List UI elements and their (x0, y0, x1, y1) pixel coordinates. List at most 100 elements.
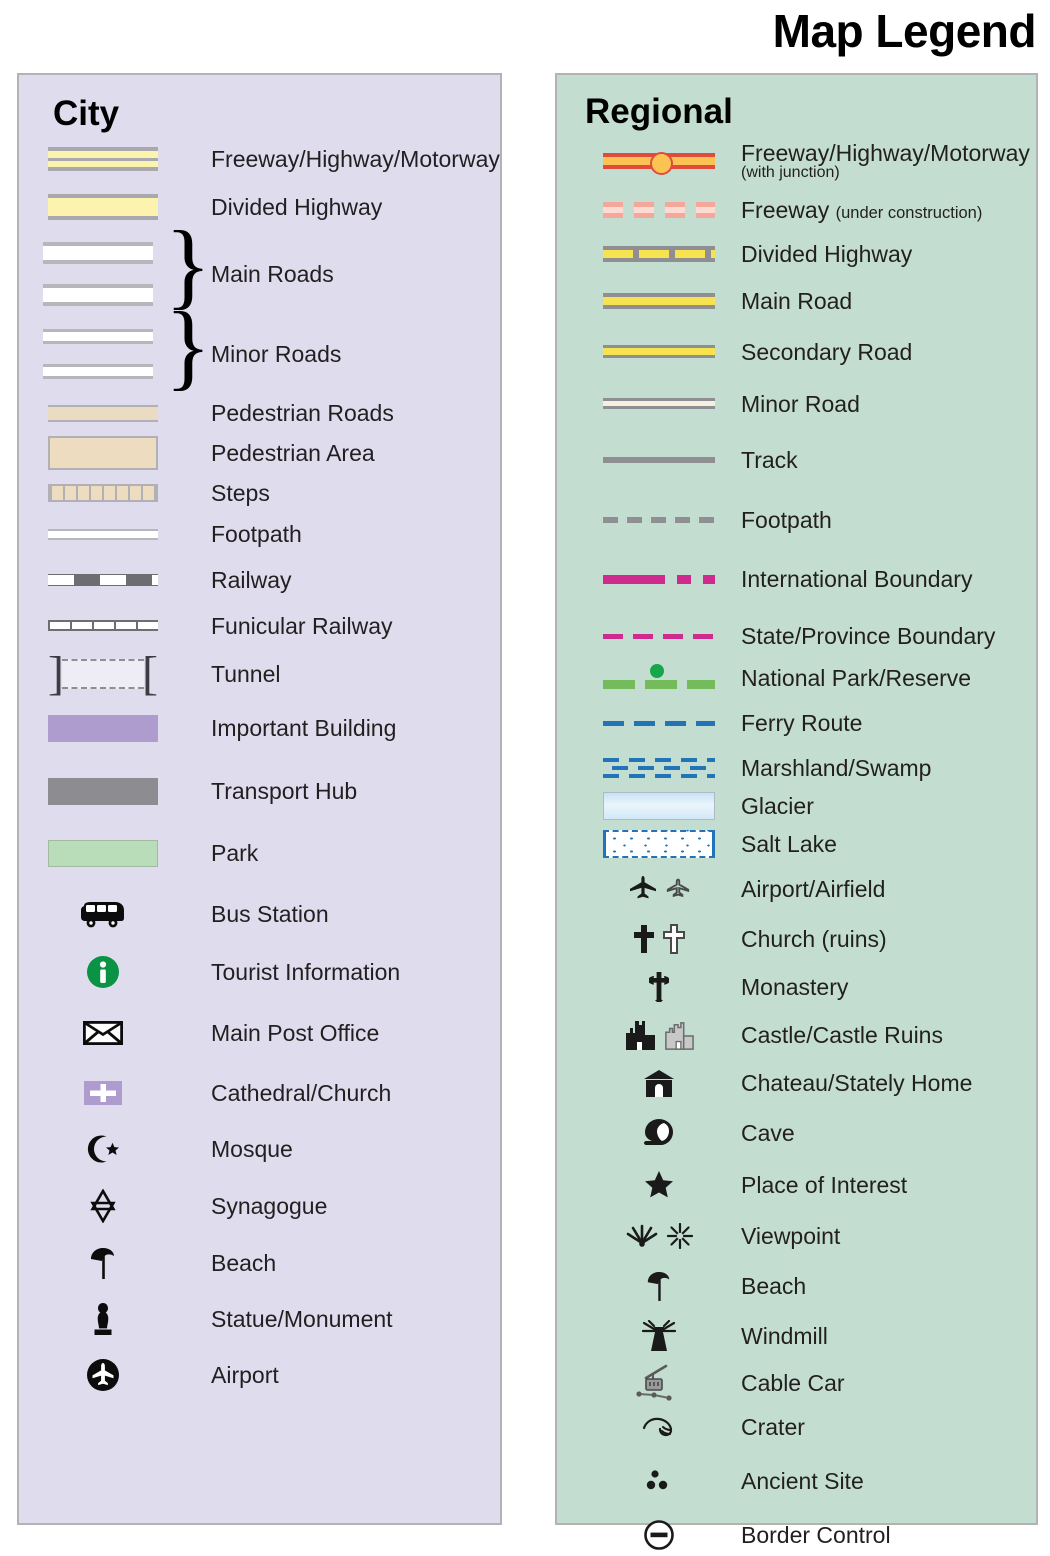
legend-row[interactable]: Freeway (under construction) (557, 198, 1036, 222)
parasol-icon (647, 1271, 670, 1301)
legend-label: National Park/Reserve (741, 665, 972, 692)
legend-row[interactable]: Secondary Road (557, 339, 1036, 364)
chateau-icon (644, 1069, 674, 1097)
legend-row[interactable]: Bus Station (19, 894, 500, 934)
castle-pair-icon-symbol (599, 1014, 719, 1056)
legend-row[interactable]: State/Province Boundary (557, 624, 1036, 648)
legend-row[interactable]: Footpath (19, 522, 500, 547)
legend-row[interactable]: Railway (19, 567, 500, 592)
park-dot-icon (650, 664, 664, 679)
legend-row[interactable]: Airport/Airfield (557, 868, 1036, 910)
crescent-star-icon (43, 1129, 163, 1169)
airplane-pair-icon-symbol (599, 868, 719, 910)
legend-row[interactable]: Ferry Route (557, 711, 1036, 736)
legend-label: Divided Highway (741, 241, 913, 268)
legend-row[interactable]: Place of Interest (557, 1164, 1036, 1206)
legend-row[interactable]: Cathedral/Church (19, 1073, 500, 1113)
crater-icon-symbol (599, 1406, 719, 1448)
freeway-under-construction-symbol (599, 202, 719, 219)
legend-row[interactable]: } Main Roads (19, 217, 500, 313)
cave-icon (644, 1118, 673, 1145)
legend-row[interactable]: Pedestrian Roads (19, 401, 500, 425)
regional-legend-list: Freeway/Highway/Motorway (with junction)… (557, 141, 1036, 1556)
legend-row[interactable]: Footpath (557, 508, 1036, 532)
legend-row[interactable]: Beach (19, 1243, 500, 1283)
legend-label: Glacier (741, 792, 814, 819)
secondary-road-line-symbol (599, 345, 719, 359)
legend-row[interactable]: Pedestrian Area (19, 436, 500, 471)
legend-label: Viewpoint (741, 1222, 841, 1249)
legend-row[interactable]: Church (ruins) (557, 918, 1036, 960)
legend-row[interactable]: Freeway/Highway/Motorway (with junction) (557, 141, 1036, 182)
legend-row[interactable]: Statue/Monument (19, 1299, 500, 1339)
legend-row[interactable]: Cable Car (557, 1362, 1036, 1404)
legend-row[interactable]: Beach (557, 1265, 1036, 1307)
legend-row[interactable]: Steps (19, 481, 500, 505)
legend-label: Mosque (211, 1135, 293, 1162)
star-icon-symbol (599, 1164, 719, 1206)
legend-row[interactable]: ] [ Tunnel (19, 649, 500, 697)
legend-row[interactable]: Glacier (557, 791, 1036, 820)
airplane-outline-icon (666, 878, 690, 897)
legend-label: Statue/Monument (211, 1305, 393, 1332)
legend-row[interactable]: Salt Lake (557, 829, 1036, 858)
steps-band-symbol (43, 484, 163, 503)
ancient-site-icon-symbol (599, 1460, 719, 1502)
main-road-line-symbol (599, 293, 719, 310)
legend-row[interactable]: Funicular Railway (19, 614, 500, 638)
legend-row[interactable]: Track (557, 448, 1036, 472)
legend-row[interactable]: } Minor Roads (19, 298, 500, 394)
windmill-icon-symbol (599, 1315, 719, 1357)
legend-row[interactable]: Cave (557, 1112, 1036, 1154)
legend-row[interactable]: Monastery (557, 966, 1036, 1008)
legend-row[interactable]: Divided Highway (19, 194, 500, 221)
envelope-icon-symbol (43, 1013, 163, 1053)
statue-icon (43, 1299, 163, 1339)
border-control-icon-symbol (599, 1514, 719, 1556)
legend-row[interactable]: Divided Highway (557, 242, 1036, 266)
bus-icon (43, 894, 163, 934)
minor-roads-brace-pair-symbol (43, 329, 163, 380)
regional-legend-panel: Regional Freeway/Highway/Motorway (with … (555, 73, 1038, 1550)
junction-dot-icon (649, 151, 673, 175)
legend-row[interactable]: International Boundary (557, 567, 1036, 591)
legend-row[interactable]: Main Road (557, 289, 1036, 314)
airplane-circle-icon-symbol (43, 1355, 163, 1395)
legend-row[interactable]: Chateau/Stately Home (557, 1062, 1036, 1104)
legend-row[interactable]: Tourist Information (19, 952, 500, 992)
cross-filled-icon (634, 924, 654, 953)
legend-row[interactable]: Windmill (557, 1315, 1036, 1357)
legend-row[interactable]: Marshland/Swamp (557, 755, 1036, 780)
crescent-star-icon-symbol (43, 1129, 163, 1169)
legend-row[interactable]: Park (19, 839, 500, 867)
legend-label: Important Building (211, 715, 397, 742)
legend-row[interactable]: Ancient Site (557, 1460, 1036, 1502)
cable-car-icon-symbol (599, 1362, 719, 1404)
legend-row[interactable]: Important Building (19, 714, 500, 742)
star-icon (645, 1171, 673, 1198)
legend-row[interactable]: Main Post Office (19, 1013, 500, 1053)
cross-on-purple-icon-symbol (43, 1073, 163, 1113)
legend-row[interactable]: Minor Road (557, 392, 1036, 416)
legend-row[interactable]: Viewpoint (557, 1215, 1036, 1257)
legend-row[interactable]: Mosque (19, 1129, 500, 1169)
legend-label-sub: (with junction) (741, 164, 840, 182)
legend-row[interactable]: Synagogue (19, 1186, 500, 1226)
regional-heading: Regional (585, 92, 733, 131)
legend-row[interactable]: Transport Hub (19, 777, 500, 805)
divided-highway-line-symbol (599, 246, 719, 263)
legend-label: Transport Hub (211, 778, 358, 805)
legend-row[interactable]: National Park/Reserve (557, 664, 1036, 692)
legend-row[interactable]: Crater (557, 1406, 1036, 1448)
information-icon-symbol (43, 952, 163, 992)
transport-hub-swatch-symbol (43, 777, 163, 805)
state-boundary-line-symbol (599, 633, 719, 639)
legend-row[interactable]: Castle/Castle Ruins (557, 1014, 1036, 1056)
legend-row[interactable]: Border Control (557, 1514, 1036, 1556)
statue-icon-symbol (43, 1299, 163, 1339)
legend-row[interactable]: Freeway/Highway/Motorway (19, 147, 500, 171)
viewpoint-pair-icon-symbol (599, 1215, 719, 1257)
bus-icon-symbol (43, 894, 163, 934)
legend-label: Tunnel (211, 660, 281, 687)
legend-row[interactable]: Airport (19, 1355, 500, 1395)
